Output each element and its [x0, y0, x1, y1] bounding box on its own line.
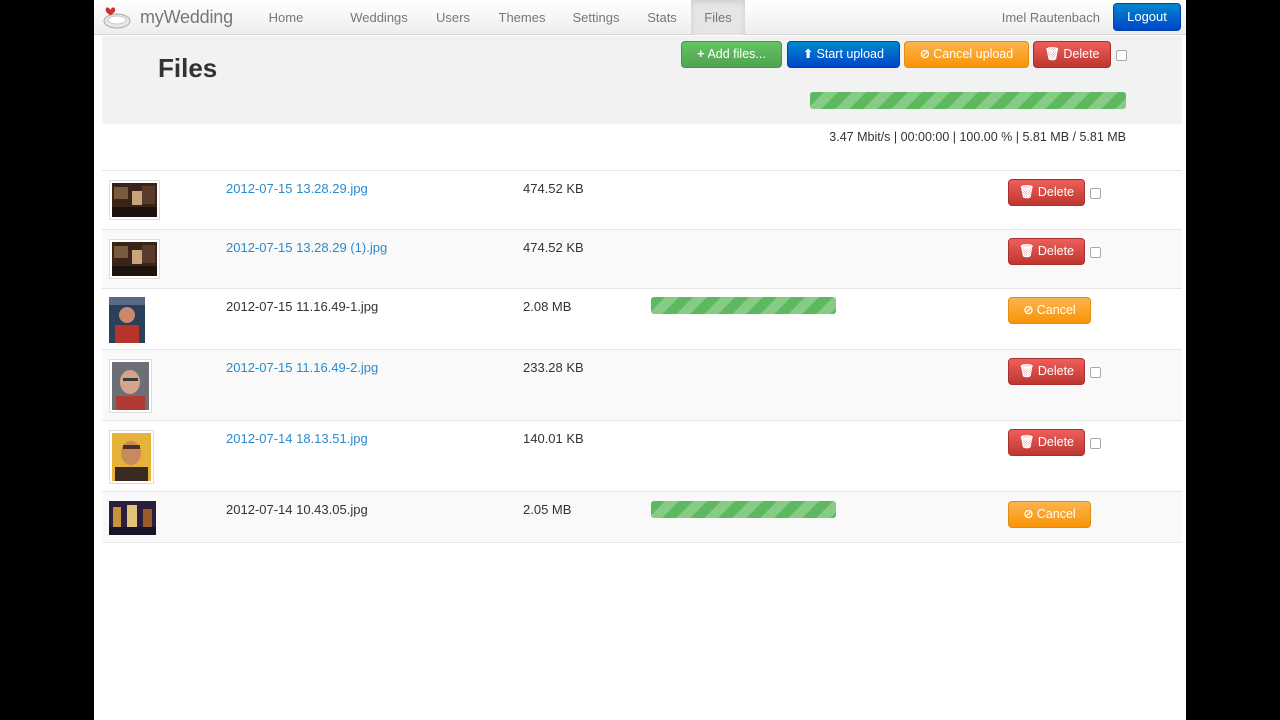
- file-select-checkbox[interactable]: [1090, 367, 1101, 378]
- file-row: 2012-07-14 10.43.05.jpg 2.05 MB ⊘ Cancel: [102, 491, 1182, 543]
- file-thumbnail[interactable]: [109, 359, 152, 413]
- file-select-checkbox[interactable]: [1090, 188, 1101, 199]
- file-name: 2012-07-14 10.43.05.jpg: [226, 502, 368, 517]
- trash-icon: 🗑︎: [1018, 244, 1035, 258]
- nav-users[interactable]: Users: [430, 0, 476, 35]
- file-row: 2012-07-14 18.13.51.jpg 140.01 KB 🗑︎ Dele…: [102, 420, 1182, 492]
- nav-themes[interactable]: Themes: [492, 0, 552, 35]
- photo-icon: [109, 501, 156, 535]
- file-select-checkbox[interactable]: [1090, 247, 1101, 258]
- page-title: Files: [158, 53, 218, 83]
- file-name: 2012-07-15 11.16.49-1.jpg: [226, 299, 379, 314]
- file-size: 233.28 KB: [523, 360, 584, 375]
- select-all-checkbox[interactable]: [1116, 50, 1127, 61]
- file-row: 2012-07-15 13.28.29.jpg 474.52 KB 🗑︎ Dele…: [102, 170, 1182, 230]
- file-size: 2.05 MB: [523, 502, 572, 517]
- current-user[interactable]: Imel Rautenbach: [1002, 0, 1100, 35]
- upload-stats: 3.47 Mbit/s | 00:00:00 | 100.00 % | 5.81…: [829, 130, 1126, 144]
- fileupload-header: Files + Add files... ⬆ Start upload ⊘ Cance…: [102, 36, 1182, 124]
- brand[interactable]: myWedding: [102, 0, 233, 35]
- delete-file-button[interactable]: 🗑︎ Delete: [1008, 429, 1085, 456]
- file-thumbnail[interactable]: [109, 180, 160, 220]
- file-progress-bar: [651, 297, 836, 314]
- ban-icon: ⊘: [919, 47, 931, 61]
- photo-icon: [109, 297, 145, 343]
- file-progress-fill: [651, 501, 836, 518]
- file-progress-bar: [651, 501, 836, 518]
- file-size: 474.52 KB: [523, 181, 584, 196]
- nav-stats[interactable]: Stats: [640, 0, 684, 35]
- delete-selected-button[interactable]: 🗑︎ Delete: [1033, 41, 1111, 68]
- file-progress-fill: [651, 297, 836, 314]
- page: myWedding Home Weddings Users Themes Set…: [94, 0, 1186, 720]
- brand-name: myWedding: [140, 7, 233, 27]
- file-thumbnail[interactable]: [109, 239, 160, 279]
- plus-icon: +: [697, 47, 705, 61]
- add-files-button[interactable]: + Add files...: [681, 41, 782, 68]
- trash-icon: 🗑︎: [1018, 435, 1035, 449]
- file-row: 2012-07-15 13.28.29 (1).jpg 474.52 KB 🗑︎…: [102, 229, 1182, 289]
- trash-icon: 🗑︎: [1044, 47, 1061, 61]
- file-size: 474.52 KB: [523, 240, 584, 255]
- start-upload-button[interactable]: ⬆ Start upload: [787, 41, 900, 68]
- nav-settings[interactable]: Settings: [566, 0, 626, 35]
- delete-file-button[interactable]: 🗑︎ Delete: [1008, 238, 1085, 265]
- photo-icon: [112, 362, 149, 410]
- ban-icon: ⊘: [1023, 303, 1034, 317]
- delete-file-button[interactable]: 🗑︎ Delete: [1008, 358, 1085, 385]
- nav-home[interactable]: Home: [260, 0, 312, 35]
- overall-progress-fill: [810, 92, 1126, 109]
- file-name-link[interactable]: 2012-07-15 13.28.29 (1).jpg: [226, 240, 387, 255]
- logout-button[interactable]: Logout: [1113, 3, 1181, 31]
- ban-icon: ⊘: [1023, 507, 1034, 521]
- file-row: 2012-07-15 11.16.49-1.jpg 2.08 MB ⊘ Cance…: [102, 288, 1182, 350]
- overall-progress-bar: [810, 92, 1126, 109]
- file-size: 2.08 MB: [523, 299, 572, 314]
- file-select-checkbox[interactable]: [1090, 438, 1101, 449]
- navbar: myWedding Home Weddings Users Themes Set…: [94, 0, 1186, 35]
- file-preview: [109, 297, 145, 343]
- photo-icon: [112, 242, 157, 276]
- nav-files[interactable]: Files: [691, 0, 745, 35]
- file-row: 2012-07-15 11.16.49-2.jpg 233.28 KB 🗑︎ De…: [102, 349, 1182, 421]
- delete-file-button[interactable]: 🗑︎ Delete: [1008, 179, 1085, 206]
- cancel-file-button[interactable]: ⊘ Cancel: [1008, 501, 1091, 528]
- file-thumbnail[interactable]: [109, 430, 154, 484]
- file-size: 140.01 KB: [523, 431, 584, 446]
- wedding-logo-icon: [103, 6, 131, 28]
- photo-icon: [112, 433, 151, 481]
- trash-icon: 🗑︎: [1018, 185, 1035, 199]
- file-preview: [109, 501, 156, 535]
- cancel-upload-button[interactable]: ⊘ Cancel upload: [904, 41, 1029, 68]
- trash-icon: 🗑︎: [1018, 364, 1035, 378]
- file-name-link[interactable]: 2012-07-14 18.13.51.jpg: [226, 431, 368, 446]
- cancel-file-button[interactable]: ⊘ Cancel: [1008, 297, 1091, 324]
- upload-icon: ⬆: [803, 47, 814, 61]
- file-name-link[interactable]: 2012-07-15 13.28.29.jpg: [226, 181, 368, 196]
- photo-icon: [112, 183, 157, 217]
- nav-weddings[interactable]: Weddings: [344, 0, 414, 35]
- file-name-link[interactable]: 2012-07-15 11.16.49-2.jpg: [226, 360, 378, 375]
